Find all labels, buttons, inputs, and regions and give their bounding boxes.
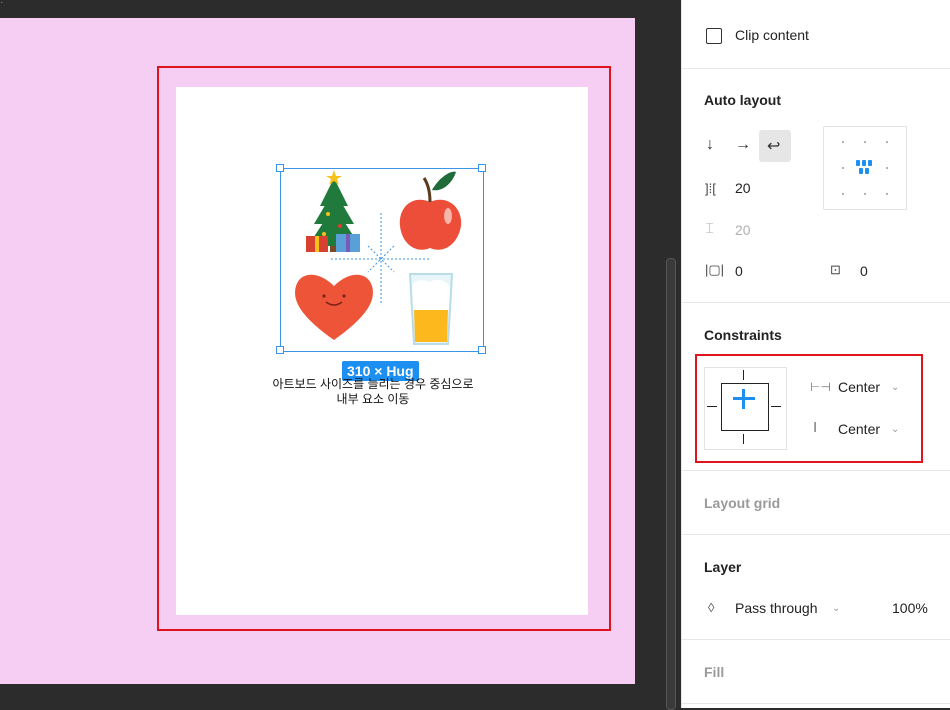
padding-vertical-value[interactable]: 0 <box>860 263 868 279</box>
wrap-icon: ↩ <box>767 138 781 155</box>
constraint-right-line[interactable] <box>771 406 781 407</box>
constraints-title: Constraints <box>704 327 782 343</box>
resize-handle-bottom-right[interactable] <box>478 346 486 354</box>
arrow-right-icon[interactable]: → <box>735 136 751 154</box>
padding-vertical-icon: ⊡ <box>830 262 841 277</box>
constraint-bottom-line[interactable] <box>743 434 744 444</box>
vertical-constraint-select[interactable]: Center <box>838 421 880 437</box>
caption-text[interactable]: 아트보드 사이즈를 늘리는 경우 중심으로 내부 요소 이동 <box>240 377 506 407</box>
arrow-down-icon[interactable]: ↓ <box>706 136 714 154</box>
horizontal-constraint-icon: ⊢⊣ <box>810 380 831 394</box>
caption-line-1: 아트보드 사이즈를 늘리는 경우 중심으로 <box>272 377 474 391</box>
row-spacing-value[interactable]: 20 <box>735 222 751 238</box>
clip-content-checkbox[interactable] <box>706 28 722 44</box>
alignment-center-icon <box>856 160 860 166</box>
divider <box>681 68 950 69</box>
padding-horizontal-value[interactable]: 0 <box>735 263 743 279</box>
divider <box>681 302 950 303</box>
constraint-left-line[interactable] <box>707 406 717 407</box>
divider <box>681 534 950 535</box>
vertical-constraint-icon: I <box>813 419 818 436</box>
caption-line-2: 내부 요소 이동 <box>336 392 410 406</box>
opacity-value[interactable]: 100% <box>892 600 928 616</box>
constraints-inner-box <box>721 383 769 431</box>
resize-handle-bottom-left[interactable] <box>276 346 284 354</box>
divider <box>681 703 950 704</box>
constraint-center-vertical[interactable] <box>742 389 745 409</box>
chevron-down-icon[interactable]: ⌄ <box>891 424 899 435</box>
divider <box>681 639 950 640</box>
divider <box>681 470 950 471</box>
resize-handle-top-left[interactable] <box>276 164 284 172</box>
clip-content-label[interactable]: Clip content <box>735 27 809 43</box>
spacing-between-icon: ]⁞[ <box>705 181 716 196</box>
horizontal-constraint-select[interactable]: Center <box>838 379 880 395</box>
row-spacing-icon: ⌶ <box>705 220 715 237</box>
blend-mode-icon: ◊ <box>708 600 715 615</box>
canvas-scrollbar[interactable] <box>666 258 676 710</box>
alignment-grid[interactable] <box>823 126 907 210</box>
wrap-button[interactable]: ↩ <box>759 130 791 162</box>
layer-title: Layer <box>704 559 742 575</box>
chevron-down-icon[interactable]: ⌄ <box>891 382 899 393</box>
fill-title[interactable]: Fill <box>704 664 724 680</box>
ruler-mark: · <box>0 0 4 8</box>
layout-grid-title[interactable]: Layout grid <box>704 495 780 511</box>
selection-box[interactable] <box>280 168 484 352</box>
chevron-down-icon[interactable]: ⌄ <box>832 603 840 614</box>
constraint-top-line[interactable] <box>743 370 744 380</box>
resize-handle-top-right[interactable] <box>478 164 486 172</box>
auto-layout-title: Auto layout <box>704 92 781 108</box>
padding-horizontal-icon: |▢| <box>705 262 725 277</box>
blend-mode-select[interactable]: Pass through <box>735 600 818 616</box>
spacing-between-value[interactable]: 20 <box>735 180 751 196</box>
